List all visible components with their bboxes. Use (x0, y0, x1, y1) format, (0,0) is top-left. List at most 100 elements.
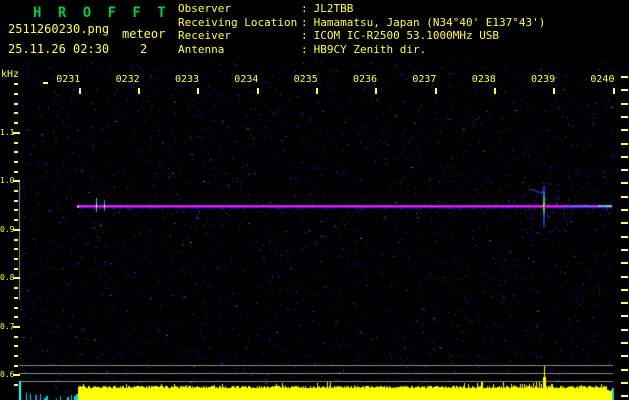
freq-minor-tick (14, 296, 18, 299)
meteor-count: 2 (140, 42, 148, 56)
time-label: 0233 (174, 74, 200, 85)
minute-tick (137, 88, 140, 94)
freq-minor-tick (14, 160, 18, 163)
freq-minor-tick (14, 306, 18, 309)
freq-major-tick (13, 374, 20, 377)
station-info: Observer: JL2TBB Receiving Location: Hamam… (178, 2, 545, 56)
freq-minor-tick (14, 258, 18, 260)
spectrogram-canvas (0, 0, 629, 400)
freq-major-tick (13, 277, 20, 280)
time-label: 0235 (293, 74, 318, 85)
right-tick (621, 328, 628, 331)
info-colon: : (301, 2, 308, 15)
time-label: 0236 (353, 74, 378, 85)
info-value: ICOM IC-R2500 53.1000MHz USB (313, 29, 500, 43)
right-tick (621, 102, 628, 105)
freq-minor-tick (14, 209, 18, 212)
mode-label: meteor (122, 27, 166, 41)
right-tick (621, 155, 628, 158)
freq-minor-tick (14, 238, 18, 241)
right-tick (621, 381, 628, 384)
info-value: JL2TBB (313, 2, 354, 15)
info-row-receiver: Receiver: ICOM IC-R2500 53.1000MHz USB (178, 29, 545, 43)
right-tick (621, 368, 628, 371)
right-tick (621, 262, 628, 265)
info-row-antenna: Antenna: HB9CY Zenith dir. (178, 43, 545, 57)
freq-minor-tick (14, 141, 18, 144)
freq-axis-unit: kHz (1, 69, 20, 80)
freq-minor-tick (14, 170, 18, 173)
info-row-location: Receiving Location: Hamamatsu, Japan (N34… (178, 16, 545, 30)
info-label: Receiving Location (178, 15, 298, 29)
freq-minor-tick (14, 364, 18, 367)
time-label: 0239 (531, 74, 556, 85)
freq-minor-tick (14, 219, 18, 222)
freq-minor-tick (14, 335, 18, 338)
output-filename: 2511260230.png (8, 22, 110, 36)
right-tick (621, 275, 628, 278)
right-tick (621, 195, 628, 198)
freq-minor-tick (14, 248, 18, 251)
right-tick (621, 235, 628, 238)
freq-minor-tick (14, 199, 18, 202)
time-label: 0237 (412, 74, 437, 85)
freq-minor-tick (14, 384, 18, 387)
top-extra-tick (43, 82, 48, 84)
info-value: Hamamatsu, Japan (N34°40' E137°43') (313, 15, 546, 29)
minute-tick (375, 88, 378, 94)
right-tick (621, 142, 628, 145)
right-tick (621, 395, 628, 398)
right-tick (621, 182, 628, 185)
freq-label: 0.7 (0, 321, 15, 331)
minute-tick (78, 88, 81, 94)
app-title: H R O F F T (33, 5, 170, 21)
freq-minor-tick (14, 102, 18, 105)
info-label: Observer (178, 2, 231, 15)
right-tick (621, 342, 628, 344)
minute-tick (316, 88, 318, 94)
minute-tick (256, 88, 259, 94)
freq-minor-tick (14, 345, 18, 348)
datetime-label: 25.11.26 02:30 (8, 42, 110, 56)
freq-minor-tick (14, 151, 18, 154)
minute-tick (553, 88, 556, 94)
minute-tick (434, 88, 437, 94)
freq-major-tick (13, 180, 20, 183)
right-tick (621, 129, 628, 132)
hrofft-window: H R O F F T 2511260230.png meteor 25.11.… (0, 0, 629, 400)
time-label: 0238 (471, 74, 496, 85)
info-label: Receiver (178, 29, 231, 43)
info-colon: : (301, 15, 308, 29)
info-row-observer: Observer: JL2TBB (178, 2, 545, 16)
freq-label: 0.9 (0, 224, 15, 234)
minute-tick (612, 88, 615, 94)
freq-minor-tick (14, 287, 18, 290)
right-tick (621, 248, 628, 251)
freq-label: 0.6 (0, 370, 15, 379)
time-label: 0234 (234, 74, 259, 85)
freq-minor-tick (14, 112, 18, 115)
freq-minor-tick (14, 316, 18, 319)
right-tick (621, 222, 628, 225)
right-tick (621, 169, 628, 172)
right-tick (621, 115, 628, 118)
freq-major-tick (13, 131, 20, 134)
freq-minor-tick (14, 83, 18, 86)
right-tick (621, 76, 628, 78)
right-tick (621, 302, 628, 305)
right-tick (621, 355, 628, 358)
freq-minor-tick (14, 190, 18, 193)
info-value: HB9CY Zenith dir. (313, 42, 427, 56)
minute-tick (197, 88, 200, 94)
minute-tick (494, 88, 497, 94)
freq-minor-tick (14, 267, 18, 270)
freq-major-tick (13, 325, 20, 328)
right-tick (621, 315, 628, 318)
right-tick (621, 288, 628, 291)
time-label: 0240 (590, 74, 615, 85)
time-label: 0232 (115, 74, 140, 85)
right-tick (621, 209, 628, 211)
freq-label: 1.1 (0, 127, 15, 137)
freq-label: 0.8 (0, 273, 15, 282)
info-label: Antenna (178, 42, 225, 56)
